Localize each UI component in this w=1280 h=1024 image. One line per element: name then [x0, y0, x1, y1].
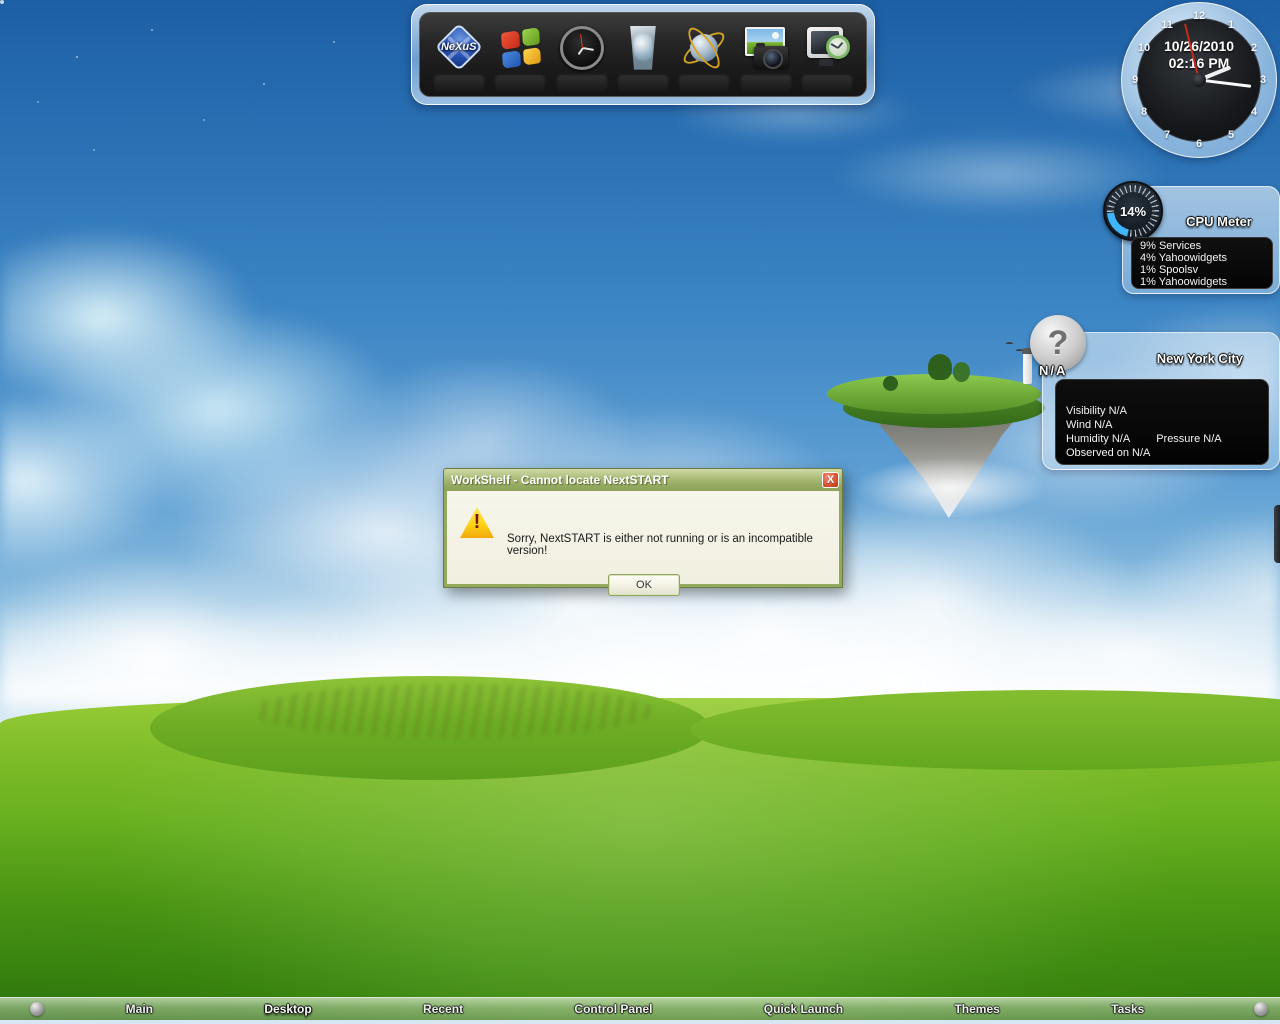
weather-city: New York City	[1156, 351, 1243, 366]
island-tree	[883, 376, 898, 391]
bird	[1006, 342, 1013, 345]
bird	[1016, 349, 1023, 352]
weather-humidity: Humidity N/A	[1066, 433, 1131, 445]
cpu-meter-title: CPU Meter	[1186, 214, 1252, 229]
clock-number: 12	[1192, 10, 1206, 22]
close-icon[interactable]: X	[822, 472, 839, 488]
globe-orbit-icon[interactable]	[678, 23, 730, 97]
dialog-message: Sorry, NextSTART is either not running o…	[507, 533, 813, 557]
taskbar-item-tasks[interactable]: Tasks	[1111, 1002, 1144, 1016]
taskbar-left-orb[interactable]	[30, 1002, 44, 1016]
clock-date: 10/26/2010	[1163, 38, 1235, 54]
clock-icon[interactable]	[556, 23, 608, 97]
cpu-meter-widget[interactable]: 14% CPU Meter 9% Services 4% Yahoowidget…	[1103, 181, 1280, 294]
nexus-dock: NeXuS	[411, 4, 875, 105]
taskbar-item-themes[interactable]: Themes	[954, 1002, 999, 1016]
clock-number: 1	[1227, 19, 1235, 31]
cpu-process-list: 9% Services 4% Yahoowidgets 1% Spoolsv 1…	[1131, 237, 1273, 289]
lighthouse	[1023, 351, 1032, 384]
clock-time: 02:16 PM	[1168, 55, 1230, 71]
clock-number: 4	[1250, 106, 1258, 118]
dialog-body: ! Sorry, NextSTART is either not running…	[447, 491, 839, 596]
island-tree	[953, 362, 970, 382]
clock-number: 5	[1227, 129, 1235, 141]
nexus-icon-label: NeXuS	[440, 41, 477, 53]
dialog-title: WorkShelf - Cannot locate NextSTART	[451, 473, 669, 487]
question-mark-icon: ?	[1047, 323, 1069, 362]
island-tree	[928, 354, 952, 380]
weather-pressure: Pressure N/A	[1156, 433, 1222, 445]
ok-button[interactable]: OK	[608, 574, 680, 596]
weather-wind: Wind N/A	[1066, 419, 1113, 431]
weather-observed: Observed on N/A	[1066, 447, 1151, 459]
desktop: NeXuS 1 2 3 4 5 6 7 8 9 10 11 12 10/26/2…	[0, 0, 1280, 1024]
clock-number: 6	[1195, 138, 1203, 150]
dock-panel: NeXuS	[419, 12, 867, 97]
nexus-icon[interactable]: NeXuS	[433, 22, 485, 97]
cpu-process-row: 4% Yahoowidgets	[1140, 252, 1228, 264]
grass-hill	[150, 676, 710, 780]
monitor-clock-icon[interactable]	[801, 23, 853, 97]
workshelf-taskbar: Main Desktop Recent Control Panel Quick …	[0, 997, 1280, 1020]
dialog-titlebar[interactable]: WorkShelf - Cannot locate NextSTART	[444, 469, 842, 491]
cpu-process-row: 1% Spoolsv	[1140, 264, 1199, 276]
clock-widget[interactable]: 1 2 3 4 5 6 7 8 9 10 11 12 10/26/2010 02…	[1121, 2, 1277, 158]
weather-condition: N/A	[1039, 363, 1068, 378]
bottom-strip	[0, 1020, 1280, 1024]
recycle-bin-icon[interactable]	[617, 23, 669, 97]
island-grass	[827, 374, 1041, 414]
edge-handle[interactable]	[1274, 505, 1280, 563]
taskbar-item-control-panel[interactable]: Control Panel	[574, 1002, 652, 1016]
workshelf-error-dialog: WorkShelf - Cannot locate NextSTART X ! …	[443, 468, 843, 596]
clock-number: 7	[1163, 129, 1171, 141]
weather-visibility: Visibility N/A	[1066, 405, 1127, 417]
weather-widget[interactable]: ? N/A New York City Visibility N/A Wind …	[1030, 315, 1280, 470]
taskbar-item-main[interactable]: Main	[126, 1002, 153, 1016]
taskbar-item-desktop[interactable]: Desktop	[264, 1002, 311, 1016]
cpu-process-row: 1% Yahoowidgets	[1140, 276, 1228, 288]
clock-hub	[1192, 73, 1206, 87]
cpu-process-row: 9% Services	[1140, 240, 1202, 252]
cpu-usage-value: 14%	[1119, 203, 1147, 219]
cpu-gauge: 14%	[1103, 181, 1163, 241]
clock-number: 8	[1140, 106, 1148, 118]
clock-number: 11	[1161, 19, 1173, 31]
windows-start-icon[interactable]	[494, 23, 546, 97]
photo-camera-icon[interactable]	[740, 23, 792, 97]
weather-details: Visibility N/A Wind N/A Humidity N/A Pre…	[1055, 379, 1269, 465]
clock-number: 3	[1259, 74, 1267, 86]
taskbar-right-orb[interactable]	[1254, 1002, 1268, 1016]
floating-island	[825, 348, 1070, 523]
taskbar-item-quick-launch[interactable]: Quick Launch	[764, 1002, 843, 1016]
warning-exclamation: !	[473, 511, 481, 533]
taskbar-item-recent[interactable]: Recent	[423, 1002, 463, 1016]
clock-number: 9	[1131, 74, 1139, 86]
